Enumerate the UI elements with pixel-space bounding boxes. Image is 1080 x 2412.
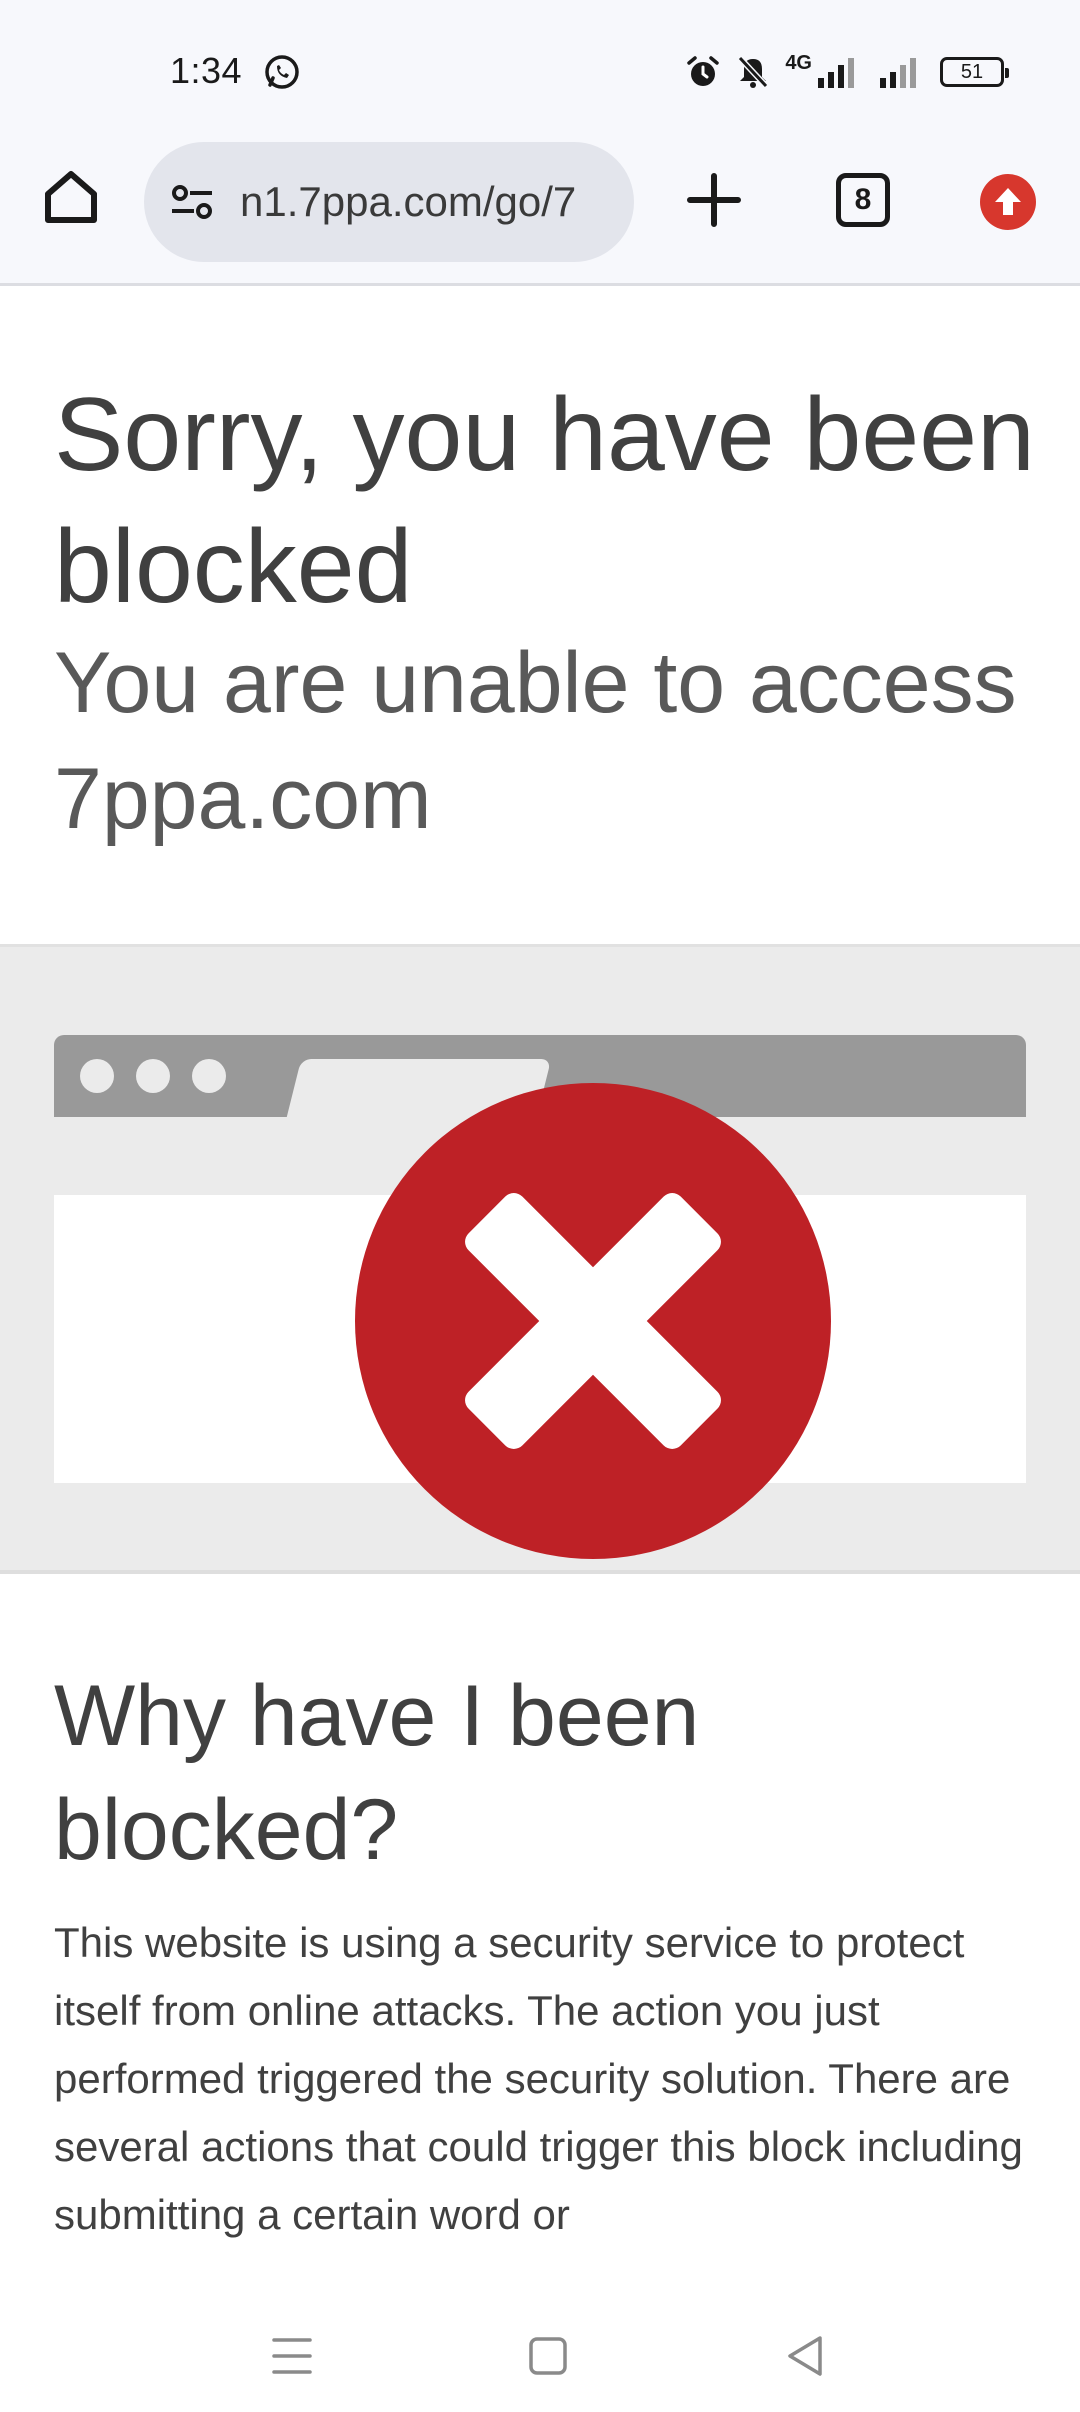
url-text[interactable]: n1.7ppa.com/go/7: [240, 178, 576, 226]
battery-level: 51: [960, 60, 984, 83]
browser-window-graphic: [54, 1035, 1026, 1559]
alarm-icon: [687, 56, 720, 86]
status-time: 1:34: [170, 50, 243, 91]
update-button[interactable]: [980, 174, 1036, 230]
tab-count: 8: [854, 183, 872, 216]
menu-icon[interactable]: [262, 2326, 322, 2386]
whatsapp-icon: [265, 55, 299, 89]
signal-icon: [818, 58, 854, 88]
mute-icon: [738, 55, 769, 89]
page-title: Sorry, you have been blocked: [54, 377, 1035, 625]
signal-icon: [880, 58, 916, 88]
window-dot: [192, 1059, 226, 1093]
home-square-icon[interactable]: [518, 2326, 578, 2386]
status-icons: 4G 51: [685, 50, 1009, 94]
arrow-up-icon: [995, 188, 1021, 215]
blocked-x-icon: [355, 1083, 831, 1559]
home-icon[interactable]: [40, 166, 102, 228]
window-dot: [80, 1059, 114, 1093]
browser-toolbar: n1.7ppa.com/go/7 8: [0, 140, 1080, 286]
network-type-label: 4G: [785, 51, 812, 74]
navigation-bar: [0, 2300, 1080, 2412]
back-triangle-icon[interactable]: [776, 2326, 836, 2386]
battery-icon: 51: [940, 57, 1009, 87]
status-bar: 1:34 4G 51: [0, 0, 1080, 140]
site-settings-icon[interactable]: [168, 177, 218, 227]
window-dot: [136, 1059, 170, 1093]
section-heading: Why have I been blocked?: [54, 1668, 700, 1878]
tab-switcher-button[interactable]: 8: [836, 173, 890, 227]
address-bar[interactable]: n1.7ppa.com/go/7: [144, 142, 634, 262]
page-subtitle: You are unable to access 7ppa.com: [54, 635, 1017, 847]
new-tab-icon[interactable]: [684, 170, 744, 230]
blocked-illustration: [0, 944, 1080, 1574]
section-body: This website is using a security service…: [54, 1919, 1023, 2238]
